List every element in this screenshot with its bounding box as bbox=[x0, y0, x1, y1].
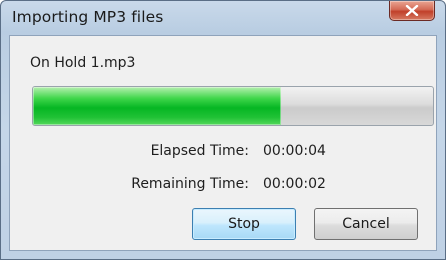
remaining-time-value: 00:00:02 bbox=[263, 176, 326, 192]
current-file-name: On Hold 1.mp3 bbox=[30, 55, 136, 71]
cancel-button[interactable]: Cancel bbox=[314, 208, 418, 240]
close-button[interactable] bbox=[389, 1, 435, 21]
progress-fill bbox=[33, 87, 281, 125]
import-dialog-window: Importing MP3 files On Hold 1.mp3 Elapse… bbox=[0, 0, 446, 260]
window-title: Importing MP3 files bbox=[12, 8, 164, 26]
stop-button[interactable]: Stop bbox=[192, 208, 296, 240]
remaining-time-label: Remaining Time: bbox=[131, 176, 249, 192]
elapsed-time-row: Elapsed Time: bbox=[10, 143, 249, 163]
elapsed-time-label: Elapsed Time: bbox=[150, 143, 249, 159]
dialog-body: On Hold 1.mp3 Elapsed Time: 00:00:04 Rem… bbox=[9, 35, 437, 251]
close-icon bbox=[405, 5, 419, 16]
import-progress-bar bbox=[32, 86, 434, 126]
title-bar[interactable]: Importing MP3 files bbox=[1, 1, 445, 35]
elapsed-time-value: 00:00:04 bbox=[263, 143, 326, 159]
remaining-time-row: Remaining Time: bbox=[10, 176, 249, 196]
